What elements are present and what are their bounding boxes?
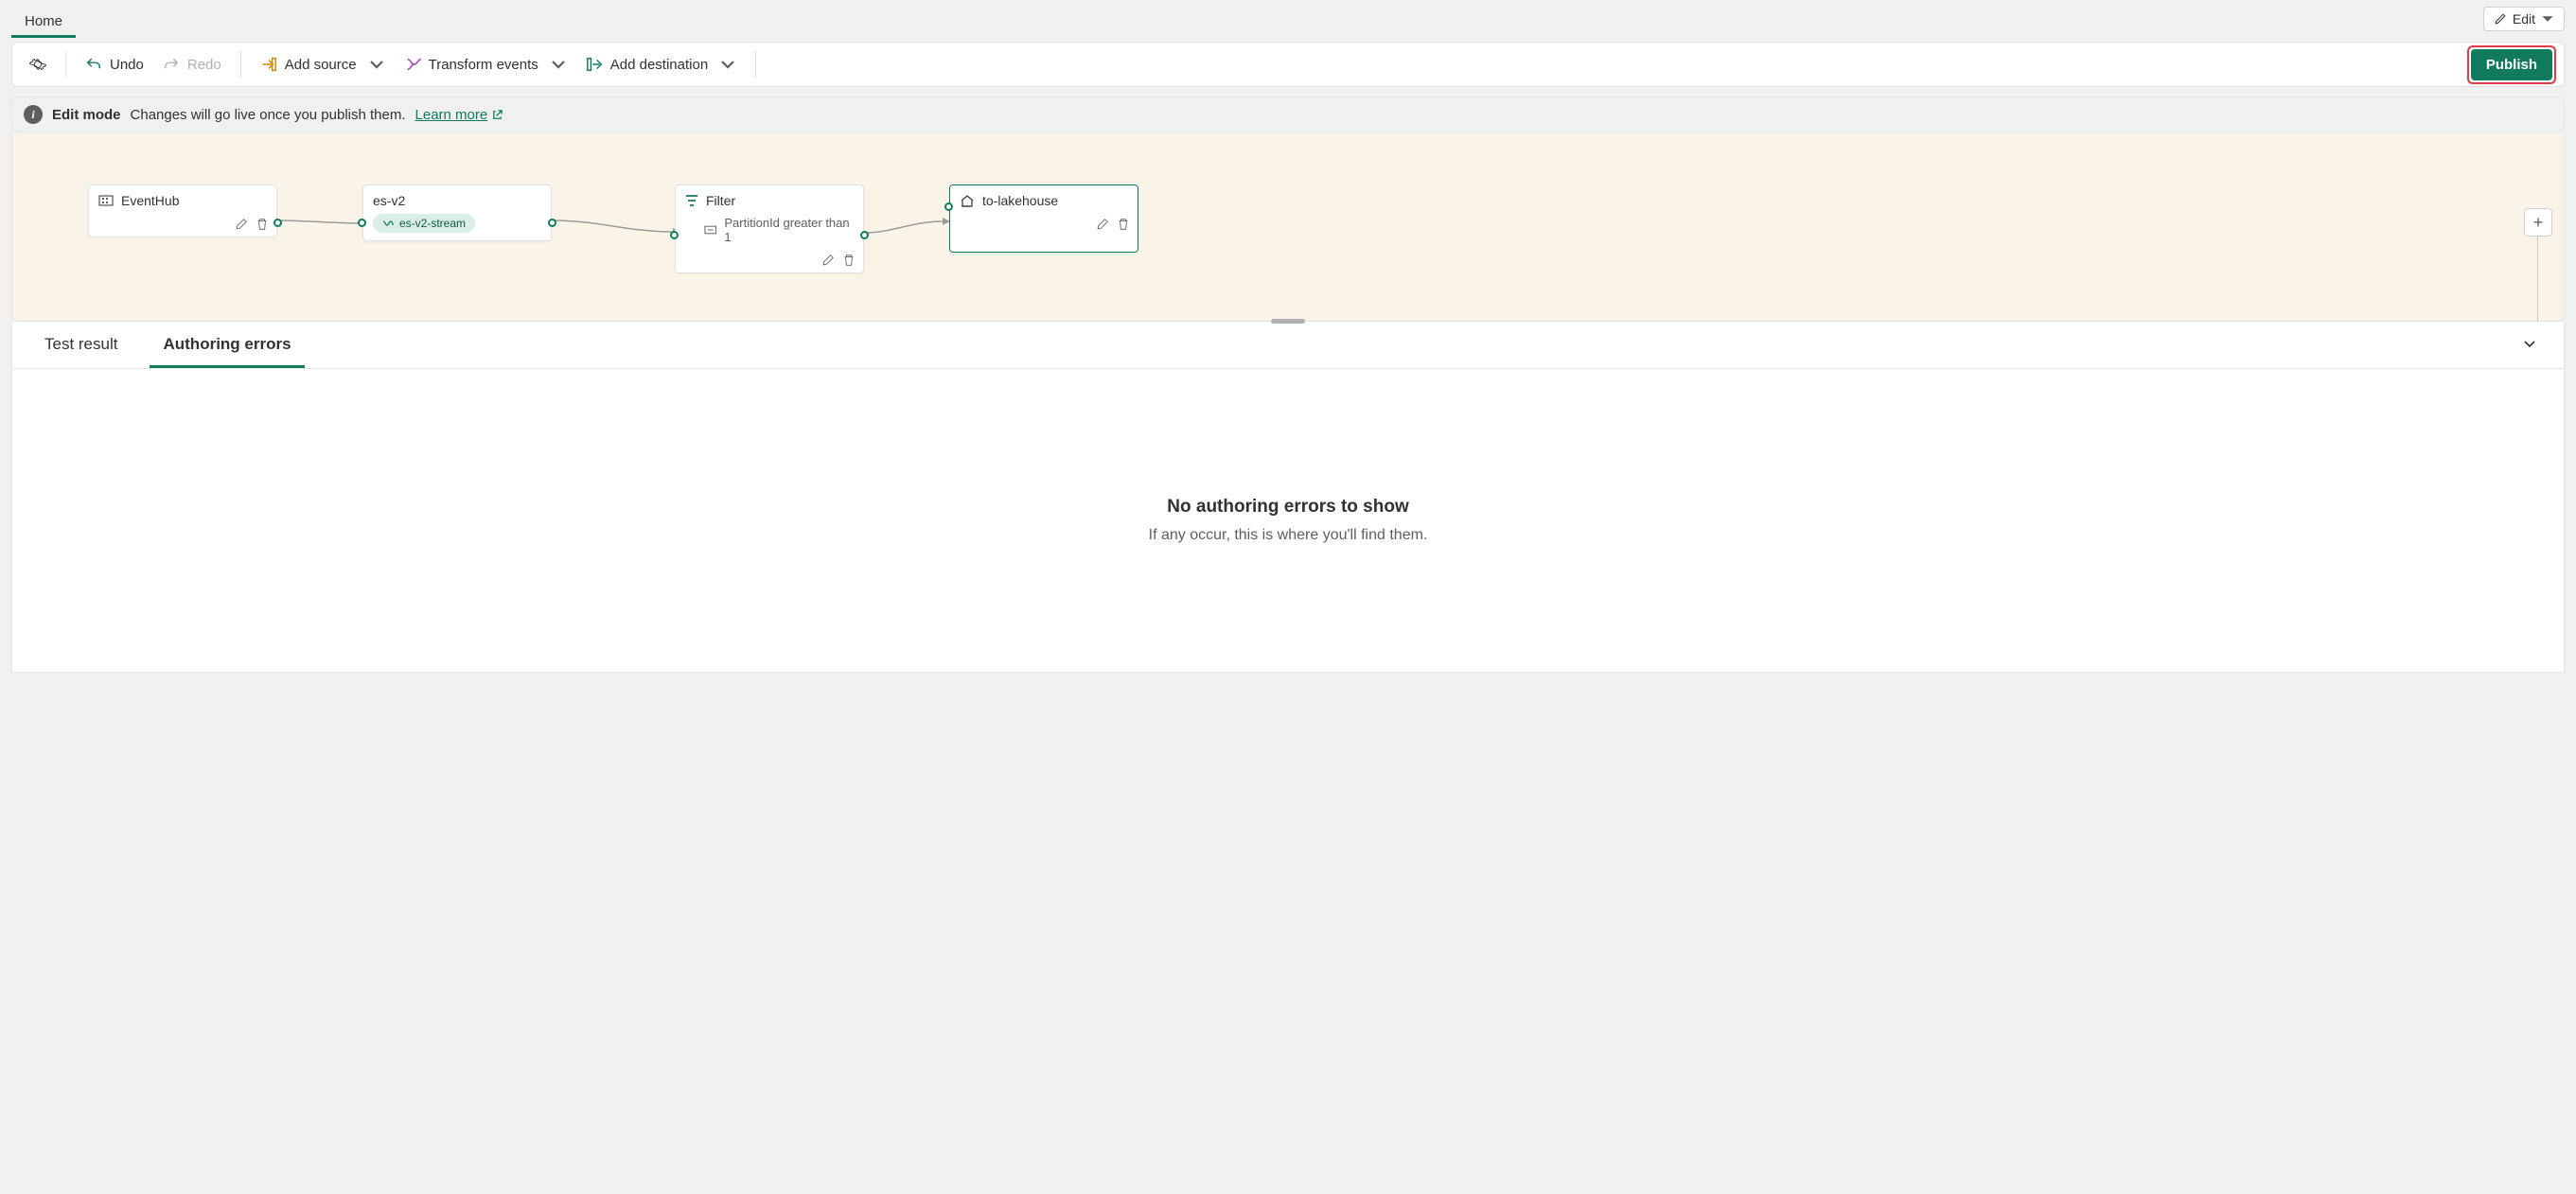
transform-icon bbox=[404, 56, 421, 73]
node-filter[interactable]: Filter PartitionId greater than 1 bbox=[675, 184, 864, 273]
publish-highlight: Publish bbox=[2467, 45, 2556, 84]
chevron-down-icon bbox=[550, 56, 567, 73]
bottom-panel: Test result Authoring errors No authorin… bbox=[11, 322, 2565, 673]
add-source-label: Add source bbox=[285, 57, 357, 73]
edit-button-label: Edit bbox=[2513, 11, 2535, 26]
redo-icon bbox=[163, 56, 180, 73]
node-destination-label: to-lakehouse bbox=[982, 193, 1058, 208]
node-stream[interactable]: es-v2 es-v2-stream bbox=[362, 184, 552, 241]
pencil-icon[interactable] bbox=[1096, 218, 1109, 231]
chevron-down-icon bbox=[719, 56, 736, 73]
add-destination-icon bbox=[586, 56, 603, 73]
filter-icon bbox=[685, 194, 698, 207]
tab-authoring-errors[interactable]: Authoring errors bbox=[150, 322, 304, 368]
edit-mode-label: Edit mode bbox=[52, 107, 121, 123]
trash-icon[interactable] bbox=[1117, 218, 1130, 231]
chevron-down-icon bbox=[368, 56, 385, 73]
learn-more-link[interactable]: Learn more bbox=[415, 107, 504, 123]
canvas[interactable]: EventHub es-v2 es-v2-stream Fil bbox=[11, 132, 2565, 322]
eventhub-icon bbox=[98, 193, 114, 208]
chevron-down-icon bbox=[2522, 336, 2537, 351]
plus-icon: + bbox=[2533, 213, 2544, 233]
trash-icon[interactable] bbox=[256, 218, 269, 231]
info-message: Changes will go live once you publish th… bbox=[131, 107, 406, 123]
transform-events-button[interactable]: Transform events bbox=[395, 50, 576, 79]
info-icon: i bbox=[24, 105, 43, 124]
add-destination-button[interactable]: Add destination bbox=[576, 50, 746, 79]
settings-button[interactable] bbox=[20, 50, 56, 79]
node-destination[interactable]: to-lakehouse bbox=[949, 184, 1138, 253]
publish-button[interactable]: Publish bbox=[2471, 49, 2552, 80]
add-source-icon bbox=[260, 56, 277, 73]
stream-chip-label: es-v2-stream bbox=[399, 217, 466, 230]
pencil-icon[interactable] bbox=[235, 218, 248, 231]
caret-down-icon bbox=[2541, 12, 2554, 26]
external-link-icon bbox=[491, 109, 503, 121]
collapse-panel-button[interactable] bbox=[2514, 328, 2545, 361]
transform-label: Transform events bbox=[429, 57, 538, 73]
empty-subtitle: If any occur, this is where you'll find … bbox=[1149, 527, 1428, 544]
filter-condition: PartitionId greater than 1 bbox=[724, 216, 854, 244]
node-filter-label: Filter bbox=[706, 193, 735, 208]
add-destination-label: Add destination bbox=[610, 57, 708, 73]
condition-icon bbox=[704, 225, 716, 235]
redo-label: Redo bbox=[187, 57, 221, 73]
pencil-icon bbox=[2494, 12, 2507, 26]
pencil-icon[interactable] bbox=[821, 254, 835, 267]
stream-chip[interactable]: es-v2-stream bbox=[373, 214, 475, 233]
top-tab-bar: Home Edit bbox=[0, 0, 2576, 38]
undo-icon bbox=[85, 56, 102, 73]
add-node-button[interactable]: + bbox=[2524, 208, 2552, 237]
info-bar: i Edit mode Changes will go live once yo… bbox=[11, 97, 2565, 132]
add-connector-line bbox=[2537, 237, 2538, 322]
toolbar: Undo Redo Add source Transform events Ad… bbox=[11, 42, 2565, 87]
learn-more-label: Learn more bbox=[415, 107, 488, 123]
trash-icon[interactable] bbox=[842, 254, 856, 267]
empty-state: No authoring errors to show If any occur… bbox=[12, 369, 2564, 672]
gear-icon bbox=[29, 56, 46, 73]
tab-test-result[interactable]: Test result bbox=[31, 322, 131, 368]
node-source[interactable]: EventHub bbox=[88, 184, 277, 237]
node-stream-label: es-v2 bbox=[373, 193, 405, 208]
tab-home[interactable]: Home bbox=[11, 6, 76, 38]
node-source-label: EventHub bbox=[121, 193, 179, 208]
undo-button[interactable]: Undo bbox=[76, 50, 153, 79]
empty-title: No authoring errors to show bbox=[1167, 497, 1408, 518]
add-source-button[interactable]: Add source bbox=[251, 50, 395, 79]
stream-icon bbox=[382, 218, 394, 229]
undo-label: Undo bbox=[110, 57, 144, 73]
edit-button[interactable]: Edit bbox=[2483, 7, 2565, 31]
redo-button: Redo bbox=[153, 50, 231, 79]
lakehouse-icon bbox=[960, 193, 975, 208]
